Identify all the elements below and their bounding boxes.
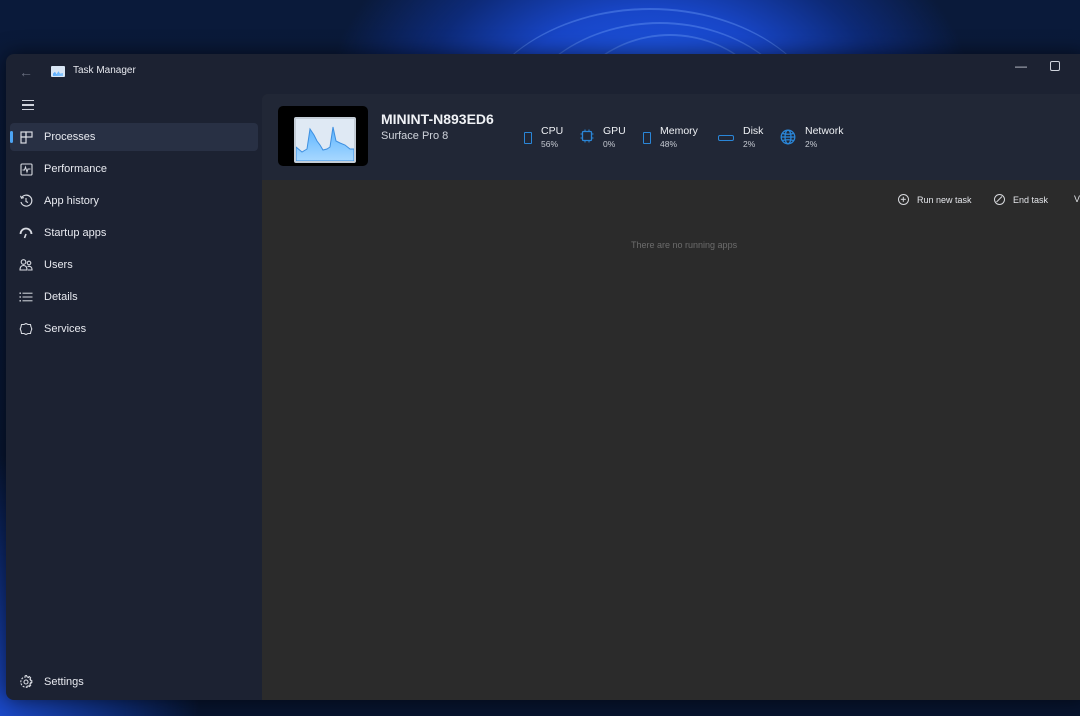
processes-icon <box>18 129 34 145</box>
metric-name: Disk <box>743 125 764 137</box>
metric-value: 56% <box>541 139 559 149</box>
efficiency-mode-button[interactable]: V <box>1074 194 1080 204</box>
disk-icon <box>718 135 734 141</box>
sidebar-item-label: Services <box>44 323 87 335</box>
sidebar-item-processes[interactable]: Processes <box>10 123 258 151</box>
run-new-task-button[interactable]: Run new task <box>898 194 972 205</box>
plus-circle-icon <box>898 194 909 205</box>
users-icon <box>18 257 34 273</box>
sidebar-item-label: Processes <box>44 131 96 143</box>
metric-name: CPU <box>541 125 564 137</box>
cpu-icon <box>524 132 532 144</box>
active-indicator <box>10 131 13 143</box>
sidebar-item-label: Startup apps <box>44 227 107 239</box>
speedometer-icon <box>18 225 34 241</box>
metric-name: GPU <box>603 125 626 137</box>
metric-value: 2% <box>743 139 756 149</box>
history-icon <box>18 193 34 209</box>
gpu-icon <box>580 129 594 148</box>
metric-name: Memory <box>660 125 698 137</box>
metric-value: 48% <box>660 139 678 149</box>
device-thumbnail <box>278 106 368 166</box>
globe-icon <box>780 129 796 150</box>
sidebar-item-label: App history <box>44 195 100 207</box>
services-icon <box>18 321 34 337</box>
sidebar-item-performance[interactable]: Performance <box>10 155 258 183</box>
metric-value: 2% <box>805 139 818 149</box>
task-manager-window: ← Task Manager — Processes Performance A… <box>6 54 1080 700</box>
settings-label: Settings <box>44 676 84 688</box>
sidebar-item-services[interactable]: Services <box>10 315 258 343</box>
sidebar-item-label: Details <box>44 291 78 303</box>
performance-icon <box>18 161 34 177</box>
metric-name: Network <box>805 125 844 137</box>
device-name: MININT-N893ED6 <box>381 111 494 127</box>
device-header: MININT-N893ED6 Surface Pro 8 CPU 56% GPU… <box>262 94 1080 180</box>
end-task-label: End task <box>1013 194 1049 205</box>
minimize-button[interactable]: — <box>1014 60 1028 74</box>
end-task-button[interactable]: End task <box>994 194 1048 205</box>
memory-icon <box>643 132 651 144</box>
run-new-task-label: Run new task <box>917 194 972 205</box>
empty-state-message: There are no running apps <box>631 240 738 250</box>
block-icon <box>994 194 1005 205</box>
hamburger-icon[interactable] <box>22 100 34 110</box>
performance-graph-icon <box>294 117 356 163</box>
sidebar: Processes Performance App history Startu… <box>6 54 262 700</box>
maximize-button[interactable] <box>1050 61 1060 71</box>
device-model: Surface Pro 8 <box>381 130 449 142</box>
sidebar-item-app-history[interactable]: App history <box>10 187 258 215</box>
list-icon <box>18 289 34 305</box>
sidebar-item-users[interactable]: Users <box>10 251 258 279</box>
main-content: MININT-N893ED6 Surface Pro 8 CPU 56% GPU… <box>262 94 1080 700</box>
sidebar-item-label: Users <box>44 259 73 271</box>
gear-icon <box>18 674 34 690</box>
sidebar-item-details[interactable]: Details <box>10 283 258 311</box>
efficiency-mode-label: V <box>1074 194 1080 204</box>
sidebar-item-label: Performance <box>44 163 107 175</box>
sidebar-item-settings[interactable]: Settings <box>10 668 258 696</box>
sidebar-item-startup-apps[interactable]: Startup apps <box>10 219 258 247</box>
metric-value: 0% <box>603 139 616 149</box>
